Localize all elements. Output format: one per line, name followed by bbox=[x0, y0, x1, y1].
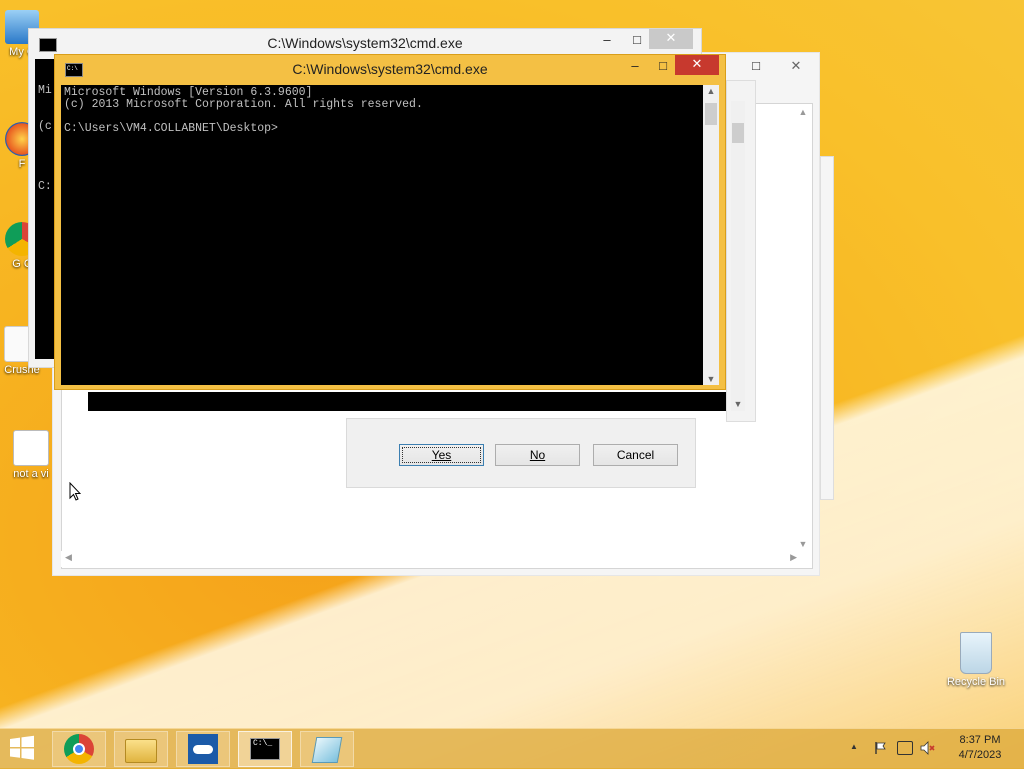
bg-close-button[interactable]: ✕ bbox=[773, 57, 819, 77]
file-explorer-icon bbox=[125, 739, 157, 763]
no-label: No bbox=[529, 448, 546, 462]
close-button[interactable]: ✕ bbox=[675, 55, 719, 75]
cmd-vertical-scrollbar[interactable]: ▲ ▼ bbox=[703, 85, 719, 385]
front-cmd-window[interactable]: C:\ C:\Windows\system32\cmd.exe – □ ✕ Mi… bbox=[54, 54, 726, 390]
cancel-label: Cancel bbox=[616, 448, 655, 462]
taskbar: C:\_ ▲ 8:37 PM 4/7/2023 bbox=[0, 728, 1024, 769]
hidden-console-scroll-thumb[interactable] bbox=[732, 123, 744, 143]
firefox-label: F bbox=[18, 158, 26, 170]
bg-scroll-down[interactable]: ▼ bbox=[795, 539, 811, 549]
hidden-console-strip bbox=[88, 392, 728, 411]
taskbar-chrome[interactable] bbox=[52, 731, 106, 767]
action-center-flag-icon[interactable] bbox=[874, 741, 888, 755]
bg-scroll-up[interactable]: ▲ bbox=[795, 107, 811, 117]
recycle-bin-icon bbox=[960, 632, 992, 674]
hidden-console-frame: ▼ bbox=[726, 80, 756, 422]
settings-shortcut-icon bbox=[13, 430, 49, 466]
bg-horizontal-scrollbar[interactable]: ◀ ▶ bbox=[61, 551, 801, 567]
clock-date: 4/7/2023 bbox=[958, 749, 1002, 761]
yes-button[interactable]: Yes bbox=[399, 444, 484, 466]
clock[interactable]: 8:37 PM 4/7/2023 bbox=[950, 733, 1010, 763]
cmd-scroll-thumb[interactable] bbox=[705, 103, 717, 125]
settings-shortcut[interactable]: not a vi bbox=[6, 430, 56, 480]
settings-shortcut-label: not a vi bbox=[13, 468, 49, 480]
back-cmd-close-button[interactable]: ✕ bbox=[649, 29, 693, 49]
start-button[interactable] bbox=[8, 735, 40, 763]
recycle-bin-label: Recycle Bin bbox=[946, 676, 1006, 688]
onedrive-icon bbox=[188, 734, 218, 764]
taskbar-cmd[interactable]: C:\_ bbox=[238, 731, 292, 767]
volume-muted-icon[interactable] bbox=[920, 741, 936, 755]
cmd-scroll-up[interactable]: ▲ bbox=[703, 86, 719, 96]
taskbar-app[interactable] bbox=[300, 731, 354, 767]
confirm-dialog: Yes No Cancel bbox=[346, 418, 696, 488]
windows-logo-icon bbox=[10, 735, 34, 760]
yes-label: Yes bbox=[431, 448, 452, 462]
hidden-console-scrollbar[interactable]: ▼ bbox=[731, 101, 745, 411]
cmd-scroll-down[interactable]: ▼ bbox=[703, 374, 719, 384]
chrome-icon bbox=[64, 734, 94, 764]
network-icon[interactable] bbox=[897, 741, 913, 755]
recycle-bin-shortcut[interactable]: Recycle Bin bbox=[944, 632, 1008, 688]
show-hidden-icons-button[interactable]: ▲ bbox=[850, 742, 858, 751]
bg-window-edge bbox=[820, 156, 834, 500]
bg-scroll-left[interactable]: ◀ bbox=[65, 552, 72, 563]
taskbar-file-explorer[interactable] bbox=[114, 731, 168, 767]
cancel-button[interactable]: Cancel bbox=[593, 444, 678, 466]
hidden-console-scroll-down[interactable]: ▼ bbox=[731, 399, 745, 409]
bg-scroll-right[interactable]: ▶ bbox=[790, 552, 797, 563]
no-button[interactable]: No bbox=[495, 444, 580, 466]
taskbar-onedrive[interactable] bbox=[176, 731, 230, 767]
cmd-taskbar-icon: C:\_ bbox=[250, 738, 280, 760]
cmd-console-output[interactable]: Microsoft Windows [Version 6.3.9600] (c)… bbox=[61, 85, 703, 385]
clock-time: 8:37 PM bbox=[959, 734, 1001, 746]
bg-vertical-scrollbar[interactable]: ▲ ▼ bbox=[795, 105, 811, 551]
app-icon bbox=[311, 737, 343, 763]
